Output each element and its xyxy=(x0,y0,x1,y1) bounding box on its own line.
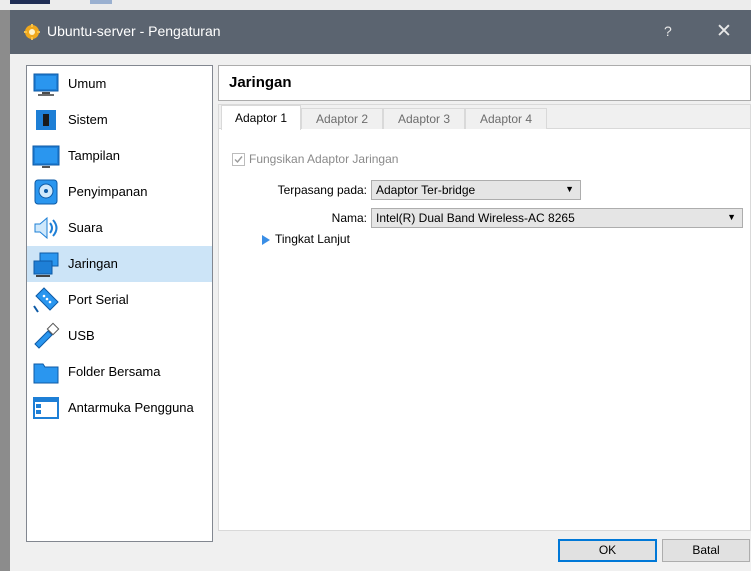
enable-adapter-label: Fungsikan Adaptor Jaringan xyxy=(249,152,399,166)
sidebar-item-label: Port Serial xyxy=(68,292,129,307)
usb-icon xyxy=(34,322,60,349)
sidebar-item-label: Jaringan xyxy=(68,256,118,271)
background-toolbar-fragment xyxy=(90,0,112,4)
ui-window-icon xyxy=(33,397,59,419)
sidebar-item-jaringan[interactable]: Jaringan xyxy=(27,246,212,282)
network-panel: Adaptor 1 Adaptor 2 Adaptor 3 Adaptor 4 … xyxy=(218,104,751,531)
settings-sidebar: Umum Sistem Tampilan Penyimpanan Suara J… xyxy=(26,65,213,542)
folder-icon xyxy=(33,363,59,384)
sidebar-item-folder-bersama[interactable]: Folder Bersama xyxy=(27,354,212,390)
adapter-name-value: Intel(R) Dual Band Wireless-AC 8265 xyxy=(376,211,575,225)
sidebar-item-label: Antarmuka Pengguna xyxy=(68,400,194,415)
tab-adaptor-1[interactable]: Adaptor 1 xyxy=(221,105,301,130)
settings-dialog: Ubuntu-server - Pengaturan ? ✕ Umum Sist… xyxy=(10,10,751,571)
help-button[interactable]: ? xyxy=(664,23,672,39)
ok-button[interactable]: OK xyxy=(558,539,657,562)
sidebar-item-umum[interactable]: Umum xyxy=(27,66,212,102)
sidebar-item-antarmuka-pengguna[interactable]: Antarmuka Pengguna xyxy=(27,390,212,426)
attached-to-select[interactable]: Adaptor Ter-bridge ▼ xyxy=(371,180,581,200)
adapter-name-label: Nama: xyxy=(331,211,367,225)
sidebar-item-label: USB xyxy=(68,328,95,343)
sidebar-item-label: Tampilan xyxy=(68,148,121,163)
page-title: Jaringan xyxy=(229,74,292,91)
display-icon xyxy=(32,145,60,168)
chip-icon xyxy=(36,110,56,130)
sidebar-item-label: Folder Bersama xyxy=(68,364,161,379)
sidebar-item-penyimpanan[interactable]: Penyimpanan xyxy=(27,174,212,210)
close-button[interactable]: ✕ xyxy=(716,20,732,43)
sidebar-item-label: Suara xyxy=(68,220,103,235)
tab-adaptor-4[interactable]: Adaptor 4 xyxy=(465,108,547,129)
background-window-edge xyxy=(0,10,10,571)
monitor-icon xyxy=(33,73,59,96)
attached-to-value: Adaptor Ter-bridge xyxy=(376,183,476,197)
gear-icon xyxy=(24,24,40,40)
page-header: Jaringan xyxy=(218,65,751,101)
cancel-button[interactable]: Batal xyxy=(662,539,750,562)
attached-to-label: Terpasang pada: xyxy=(277,183,367,197)
sidebar-item-sistem[interactable]: Sistem xyxy=(27,102,212,138)
speaker-icon xyxy=(34,216,58,240)
sidebar-item-tampilan[interactable]: Tampilan xyxy=(27,138,212,174)
title-bar: Ubuntu-server - Pengaturan ? ✕ xyxy=(10,10,751,54)
sidebar-item-label: Umum xyxy=(68,76,107,91)
sidebar-item-port-serial[interactable]: Port Serial xyxy=(27,282,212,318)
tab-adaptor-3[interactable]: Adaptor 3 xyxy=(383,108,465,129)
enable-adapter-checkbox[interactable] xyxy=(232,153,245,166)
sidebar-item-label: Sistem xyxy=(68,112,108,127)
sidebar-item-usb[interactable]: USB xyxy=(27,318,212,354)
check-icon xyxy=(234,156,243,164)
chevron-down-icon: ▼ xyxy=(565,184,574,194)
adapter-name-select[interactable]: Intel(R) Dual Band Wireless-AC 8265 ▼ xyxy=(371,208,743,228)
expand-arrow-icon[interactable] xyxy=(262,235,270,245)
adapter-tabs: Adaptor 1 Adaptor 2 Adaptor 3 Adaptor 4 xyxy=(219,105,750,130)
network-icon xyxy=(33,252,59,277)
serial-port-icon xyxy=(33,287,59,313)
window-title: Ubuntu-server - Pengaturan xyxy=(47,23,221,39)
storage-icon xyxy=(34,179,58,205)
sidebar-item-suara[interactable]: Suara xyxy=(27,210,212,246)
sidebar-item-label: Penyimpanan xyxy=(68,184,148,199)
background-toolbar-fragment xyxy=(10,0,50,4)
advanced-toggle[interactable]: Tingkat Lanjut xyxy=(275,232,350,246)
tab-adaptor-2[interactable]: Adaptor 2 xyxy=(301,108,383,129)
chevron-down-icon: ▼ xyxy=(727,212,736,222)
